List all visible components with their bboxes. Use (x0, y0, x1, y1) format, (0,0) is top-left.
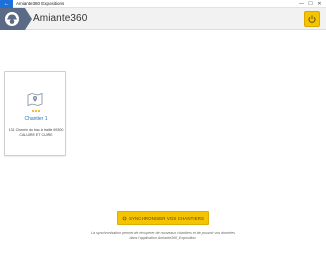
status-dots (32, 110, 40, 112)
power-button[interactable] (304, 11, 320, 27)
app-header: Amiante360 (0, 8, 326, 30)
chantier-card[interactable]: Chantier 1 131 Chemin du bac à traille 6… (4, 71, 66, 156)
sync-button-label: SYNCHRONISER VOS CHANTIERS (128, 215, 205, 221)
sync-button[interactable]: SYNCHRONISER VOS CHANTIERS (117, 211, 209, 225)
hard-hat-worker-icon (5, 12, 19, 26)
chantier-title: Chantier 1 (24, 116, 48, 122)
chantier-address: 131 Chemin du bac à traille 69300 CALUIR… (8, 128, 64, 137)
minimize-button[interactable]: — (297, 0, 306, 8)
back-button[interactable]: ← (0, 0, 13, 8)
main-content: Chantier 1 131 Chemin du bac à traille 6… (0, 30, 326, 253)
window-title: Amiante360 Expositions (16, 1, 65, 6)
maximize-button[interactable]: ☐ (306, 0, 315, 8)
window-titlebar: ← Amiante360 Expositions — ☐ ✕ (0, 0, 326, 8)
close-button[interactable]: ✕ (315, 0, 324, 8)
sync-icon (122, 216, 127, 220)
map-pin-icon (27, 92, 43, 106)
app-name: Amiante360 (33, 13, 88, 24)
power-icon (308, 15, 316, 23)
sync-note: La synchronisation permet de récupérer d… (91, 231, 235, 240)
window-controls: — ☐ ✕ (297, 0, 324, 8)
